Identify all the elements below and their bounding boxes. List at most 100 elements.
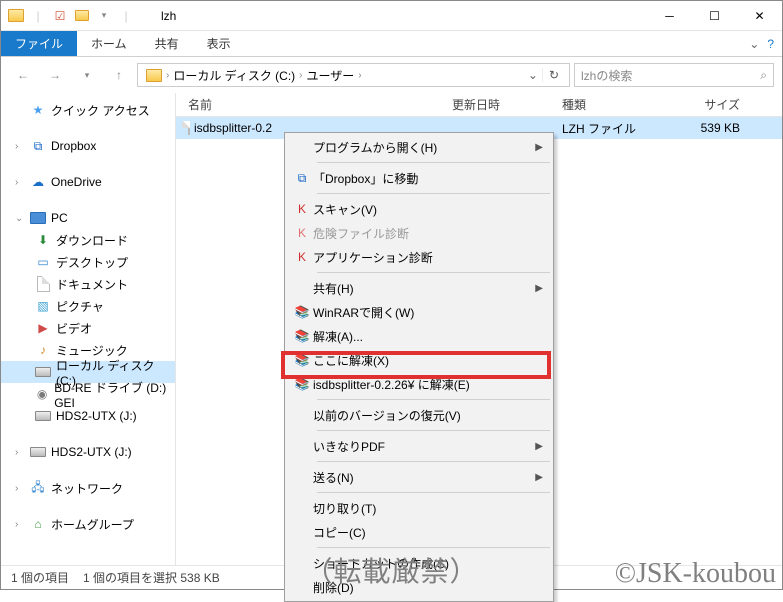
menu-separator [317, 162, 550, 163]
disc-icon: ◉ [35, 386, 49, 402]
address-bar: ← → ▾ ↑ › ローカル ディスク (C:) › ユーザー › ⌄ ↻ lz… [1, 57, 782, 93]
network-icon: 🖧 [30, 480, 46, 496]
tab-file[interactable]: ファイル [1, 31, 77, 56]
winrar-icon: 📚 [291, 305, 313, 319]
nav-network[interactable]: ›🖧ネットワーク [1, 477, 175, 499]
tab-home[interactable]: ホーム [77, 31, 141, 56]
menu-separator [317, 193, 550, 194]
file-type: LZH ファイル [556, 120, 676, 137]
qat-dropdown-icon[interactable]: ▾ [95, 7, 113, 25]
menu-separator [317, 272, 550, 273]
menu-extract-to[interactable]: 📚isdbsplitter-0.2.26¥ に解凍(E) [287, 372, 551, 396]
nav-forward-button[interactable]: → [41, 61, 69, 89]
star-icon: ★ [30, 102, 46, 118]
shield-icon: K [291, 226, 313, 240]
column-date[interactable]: 更新日時 [446, 96, 556, 113]
folder-icon [7, 7, 25, 25]
column-size[interactable]: サイズ [676, 96, 746, 113]
tab-share[interactable]: 共有 [141, 31, 193, 56]
nav-desktop[interactable]: ▭デスクトップ [1, 251, 175, 273]
menu-send-to[interactable]: 送る(N)▶ [287, 465, 551, 489]
shield-icon: K [291, 202, 313, 216]
maximize-button[interactable]: ☐ [692, 1, 737, 31]
tab-view[interactable]: 表示 [193, 31, 245, 56]
chevron-right-icon: ▶ [535, 472, 543, 483]
column-name[interactable]: 名前 [176, 96, 446, 113]
ribbon-expand[interactable]: ⌄? [741, 31, 782, 56]
videos-icon: ▶ [35, 320, 51, 336]
menu-shortcut[interactable]: ショートカットの作成(S) [287, 551, 551, 575]
menu-dropbox-move[interactable]: ⧉「Dropbox」に移動 [287, 166, 551, 190]
nav-downloads[interactable]: ⬇ダウンロード [1, 229, 175, 251]
search-icon[interactable]: ⌕ [760, 68, 767, 83]
context-menu: プログラムから開く(H)▶ ⧉「Dropbox」に移動 Kスキャン(V) K危険… [284, 132, 554, 602]
menu-separator [317, 492, 550, 493]
refresh-icon[interactable]: ↻ [542, 68, 565, 82]
homegroup-icon: ⌂ [30, 516, 46, 532]
nav-pictures[interactable]: ▧ピクチャ [1, 295, 175, 317]
nav-bdre[interactable]: ◉BD-RE ドライブ (D:) GEI [1, 383, 175, 405]
breadcrumb-dropdown-icon[interactable]: ⌄ [524, 68, 542, 82]
search-placeholder: lzhの検索 [581, 67, 632, 84]
ribbon: ファイル ホーム 共有 表示 ⌄? [1, 31, 782, 57]
winrar-icon: 📚 [291, 353, 313, 367]
nav-documents[interactable]: ドキュメント [1, 273, 175, 295]
drive-icon [35, 408, 51, 424]
music-icon: ♪ [35, 342, 51, 358]
menu-separator [317, 430, 550, 431]
dropbox-icon: ⧉ [291, 171, 313, 186]
menu-open-with[interactable]: プログラムから開く(H)▶ [287, 135, 551, 159]
menu-scan[interactable]: Kスキャン(V) [287, 197, 551, 221]
nav-up-button[interactable]: ↑ [105, 61, 133, 89]
nav-homegroup[interactable]: ›⌂ホームグループ [1, 513, 175, 535]
documents-icon [35, 276, 51, 292]
folder-small-icon [73, 7, 91, 25]
pc-icon [30, 210, 46, 226]
chevron-right-icon: ▶ [535, 283, 543, 294]
breadcrumb-drive[interactable]: ローカル ディスク (C:) [169, 67, 299, 84]
menu-separator [317, 399, 550, 400]
pictures-icon: ▧ [35, 298, 51, 314]
search-input[interactable]: lzhの検索 ⌕ [574, 63, 774, 87]
minimize-button[interactable]: ─ [647, 1, 692, 31]
column-type[interactable]: 種類 [556, 96, 676, 113]
nav-pc[interactable]: ⌄PC [1, 207, 175, 229]
shield-icon: K [291, 250, 313, 264]
winrar-icon: 📚 [291, 377, 313, 391]
menu-extract-here[interactable]: 📚ここに解凍(X) [287, 348, 551, 372]
onedrive-icon: ☁ [30, 174, 46, 190]
chevron-right-icon[interactable]: › [358, 70, 361, 81]
menu-app-scan[interactable]: Kアプリケーション診断 [287, 245, 551, 269]
nav-recent-button[interactable]: ▾ [73, 61, 101, 89]
menu-winrar-open[interactable]: 📚WinRARで開く(W) [287, 300, 551, 324]
drive-icon [35, 364, 51, 380]
file-name: isdbsplitter-0.2 [194, 121, 272, 135]
winrar-icon: 📚 [291, 329, 313, 343]
breadcrumb[interactable]: › ローカル ディスク (C:) › ユーザー › ⌄ ↻ [137, 63, 570, 87]
navigation-pane: ★クイック アクセス ›⧉Dropbox ›☁OneDrive ⌄PC ⬇ダウン… [1, 93, 176, 565]
titlebar: | ☑ ▾ | lzh ─ ☐ ✕ [1, 1, 782, 31]
menu-separator [317, 461, 550, 462]
close-button[interactable]: ✕ [737, 1, 782, 31]
menu-copy[interactable]: コピー(C) [287, 520, 551, 544]
file-size: 539 KB [676, 121, 746, 135]
breadcrumb-folder-icon [142, 69, 166, 82]
menu-delete[interactable]: 削除(D) [287, 575, 551, 599]
nav-back-button[interactable]: ← [9, 61, 37, 89]
drive-icon [30, 444, 46, 460]
nav-hds2-2[interactable]: ›HDS2-UTX (J:) [1, 441, 175, 463]
nav-quick-access[interactable]: ★クイック アクセス [1, 99, 175, 121]
menu-ikinaripdf[interactable]: いきなりPDF▶ [287, 434, 551, 458]
menu-prev-version[interactable]: 以前のバージョンの復元(V) [287, 403, 551, 427]
nav-onedrive[interactable]: ›☁OneDrive [1, 171, 175, 193]
divider-icon: | [117, 7, 135, 25]
divider-icon: | [29, 7, 47, 25]
menu-extract-a[interactable]: 📚解凍(A)... [287, 324, 551, 348]
nav-dropbox[interactable]: ›⧉Dropbox [1, 135, 175, 157]
nav-videos[interactable]: ▶ビデオ [1, 317, 175, 339]
menu-cut[interactable]: 切り取り(T) [287, 496, 551, 520]
column-headers: 名前 更新日時 種類 サイズ [176, 93, 782, 117]
checkbox-icon[interactable]: ☑ [51, 7, 69, 25]
breadcrumb-folder[interactable]: ユーザー [303, 67, 359, 84]
menu-share[interactable]: 共有(H)▶ [287, 276, 551, 300]
